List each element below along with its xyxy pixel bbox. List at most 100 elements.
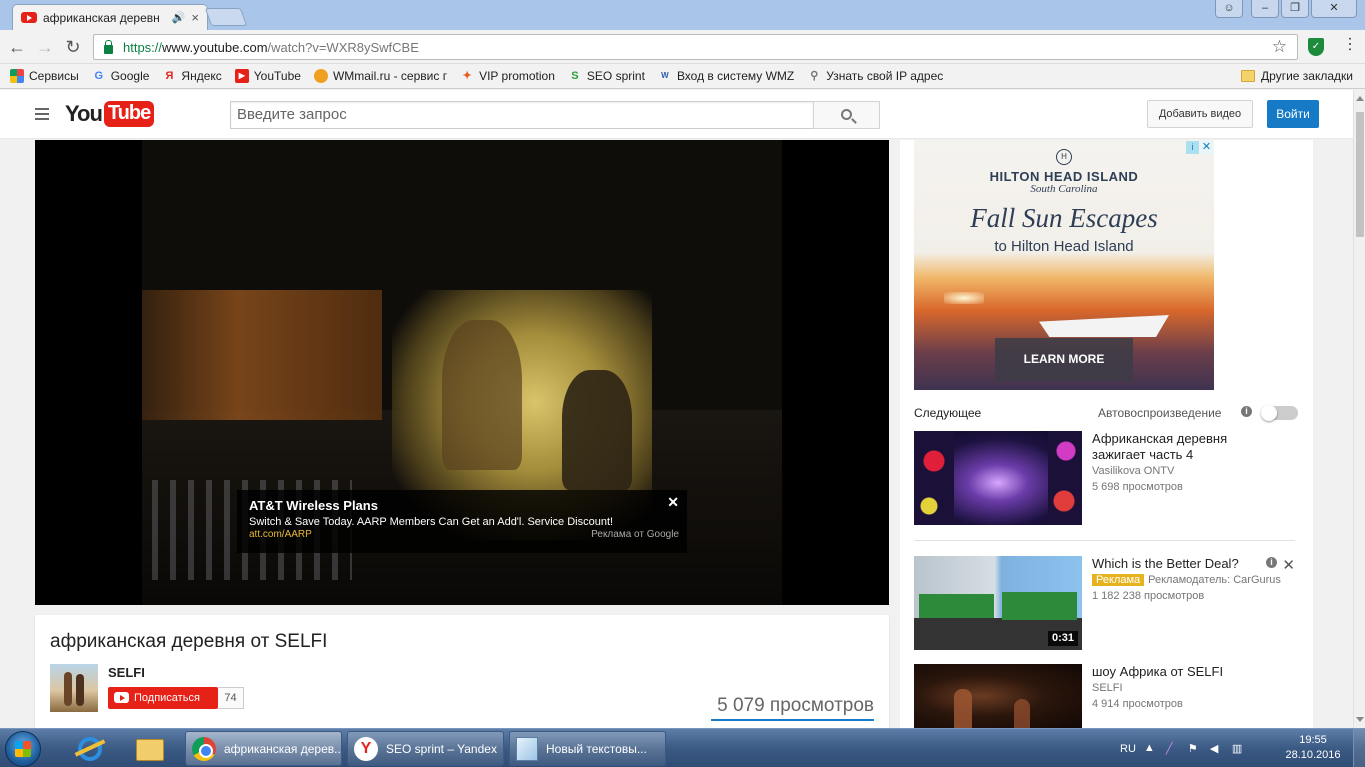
system-tray: RU ▲ ╱ ⚑ ◀ ▥ <box>1120 729 1246 767</box>
taskbar-item-notepad[interactable]: Новый текстовы... <box>509 731 666 766</box>
bookmark-services[interactable]: Сервисы <box>10 69 79 83</box>
ad-close-icon[interactable]: ✕ <box>667 494 679 511</box>
minimize-button[interactable]: – <box>1251 0 1279 18</box>
user-icon[interactable]: ☺ <box>1215 0 1243 18</box>
video-duration: 1:08 <box>1047 506 1078 521</box>
bookmark-vip[interactable]: ✦ VIP promotion <box>460 69 554 83</box>
clock-date: 28.10.2016 <box>1285 749 1341 761</box>
show-hidden-icons-icon[interactable]: ▲ <box>1144 742 1158 756</box>
video-title: африканская деревня от SELFI <box>50 631 328 652</box>
subscribe-button[interactable]: Подписаться <box>108 687 218 709</box>
file-explorer-icon[interactable] <box>124 731 174 767</box>
extension-shield-icon[interactable]: ✓ <box>1308 38 1324 56</box>
forward-arrow-icon[interactable]: → <box>34 36 56 58</box>
tab-close-icon[interactable]: × <box>191 10 199 25</box>
chrome-icon <box>192 736 216 761</box>
bookmark-wmmail[interactable]: WMmail.ru - сервис г <box>313 69 447 83</box>
subscriber-count: 74 <box>218 687 244 709</box>
restore-button[interactable]: ❐ <box>1281 0 1309 18</box>
pen-tool-icon[interactable]: ╱ <box>1166 742 1180 756</box>
video-title-link[interactable]: шоу Африка от SELFI <box>1092 664 1272 680</box>
view-count: 5 079 просмотров <box>717 695 874 716</box>
windows-taskbar: африканская дерев... Y SEO sprint – Yand… <box>0 728 1365 767</box>
upload-button[interactable]: Добавить видео <box>1147 100 1253 128</box>
info-icon[interactable]: i <box>1241 406 1252 417</box>
bookmark-ip[interactable]: ⚲ Узнать свой IP адрес <box>807 69 943 83</box>
adchoices-icon[interactable]: i <box>1186 141 1199 154</box>
page-scrollbar[interactable] <box>1353 90 1365 728</box>
video-thumbnail[interactable] <box>914 664 1082 728</box>
display-ad[interactable]: H HILTON HEAD ISLAND South Carolina Fall… <box>914 140 1214 390</box>
tab-youtube[interactable]: африканская деревн 🔊 × <box>12 4 208 30</box>
taskbar-item-chrome[interactable]: африканская дерев... <box>185 731 342 766</box>
learn-more-button[interactable]: LEARN MORE <box>995 338 1133 381</box>
reload-icon[interactable]: ↻ <box>62 36 84 58</box>
recommended-video[interactable]: шоу Африка от SELFI SELFI 4 914 просмотр… <box>914 664 1299 728</box>
ad-description: Switch & Save Today. AARP Members Can Ge… <box>249 516 614 528</box>
boat-image <box>1039 315 1169 337</box>
youtube-logo[interactable]: You Tube <box>65 101 155 127</box>
show-desktop-button[interactable] <box>1353 729 1365 767</box>
view-count: 4 914 просмотров <box>1092 698 1183 710</box>
overlay-ad[interactable]: AT&T Wireless Plans Switch & Save Today.… <box>237 490 687 553</box>
new-tab-button[interactable] <box>204 8 248 26</box>
channel-name: SELFI <box>1092 682 1123 694</box>
youtube-play-icon <box>114 692 129 703</box>
hilton-seal-icon: H <box>1056 149 1072 165</box>
advertiser-line: Реклама Рекламодатель: CarGurus <box>1092 574 1281 586</box>
start-button[interactable] <box>5 731 41 767</box>
back-arrow-icon[interactable]: ← <box>6 36 28 58</box>
autoplay-label: Автовоспроизведение <box>1098 406 1222 420</box>
promoted-video[interactable]: 0:31 Which is the Better Deal? i ✕ Рекла… <box>914 556 1299 650</box>
browser-menu-icon[interactable]: ⋯ <box>1340 36 1359 52</box>
bookmark-star-icon[interactable]: ☆ <box>1272 37 1287 57</box>
info-icon[interactable]: i <box>1266 557 1277 568</box>
search-input[interactable]: Введите запрос <box>230 101 814 129</box>
dismiss-icon[interactable]: ✕ <box>1282 556 1295 574</box>
apps-grid-icon <box>10 69 24 83</box>
video-thumbnail[interactable]: 0:31 <box>914 556 1082 650</box>
bookmark-seosprint[interactable]: S SEO sprint <box>568 69 645 83</box>
address-bar[interactable]: https://www.youtube.com/watch?v=WXR8ySwf… <box>93 34 1298 60</box>
bookmark-wmz[interactable]: W Вход в систему WMZ <box>658 69 794 83</box>
recommended-video[interactable]: 1:08 Африканская деревня зажигает часть … <box>914 431 1299 525</box>
ad-brand-sub: South Carolina <box>1030 183 1098 195</box>
volume-icon[interactable]: ◀ <box>1210 742 1224 756</box>
other-bookmarks[interactable]: Другие закладки <box>1241 69 1353 83</box>
close-window-button[interactable]: ✕ <box>1311 0 1357 18</box>
search-button[interactable] <box>813 101 880 129</box>
view-count: 1 182 238 просмотров <box>1092 590 1205 602</box>
network-icon[interactable]: ▥ <box>1232 742 1246 756</box>
tab-title: африканская деревн <box>43 10 160 25</box>
scroll-down-icon[interactable] <box>1356 717 1364 722</box>
signin-button[interactable]: Войти <box>1267 100 1319 128</box>
video-player[interactable]: AT&T Wireless Plans Switch & Save Today.… <box>35 140 889 605</box>
scrollbar-thumb[interactable] <box>1356 112 1364 237</box>
bookmark-google[interactable]: G Google <box>92 69 149 83</box>
taskbar-item-yandex[interactable]: Y SEO sprint – Yandex <box>347 731 504 766</box>
ad-badge: Реклама <box>1092 574 1145 586</box>
autoplay-toggle[interactable] <box>1261 405 1298 421</box>
channel-avatar[interactable] <box>50 664 98 712</box>
video-thumbnail[interactable]: 1:08 <box>914 431 1082 525</box>
clock[interactable]: 19:55 28.10.2016 <box>1282 733 1344 763</box>
ad-title[interactable]: AT&T Wireless Plans <box>249 498 675 513</box>
internet-explorer-icon[interactable] <box>64 731 114 767</box>
ad-close-icon[interactable]: ✕ <box>1200 141 1213 154</box>
audio-icon[interactable]: 🔊 <box>172 11 186 24</box>
lock-icon <box>104 39 113 54</box>
up-next-label: Следующее <box>914 406 982 420</box>
language-indicator[interactable]: RU <box>1120 743 1136 755</box>
folder-icon <box>1241 70 1256 82</box>
video-title-link[interactable]: Which is the Better Deal? <box>1092 556 1272 572</box>
video-duration: 0:31 <box>1047 631 1078 646</box>
menu-icon[interactable] <box>35 108 49 120</box>
video-title-link[interactable]: Африканская деревня зажигает часть 4 <box>1092 431 1272 463</box>
bookmark-yandex[interactable]: Я Яндекс <box>162 69 221 83</box>
action-center-icon[interactable]: ⚑ <box>1188 742 1202 756</box>
bookmark-youtube[interactable]: ▶ YouTube <box>234 69 301 83</box>
youtube-icon: ▶ <box>234 69 249 83</box>
sun-image <box>944 292 984 304</box>
scroll-up-icon[interactable] <box>1356 96 1364 101</box>
channel-name[interactable]: SELFI <box>108 665 145 680</box>
